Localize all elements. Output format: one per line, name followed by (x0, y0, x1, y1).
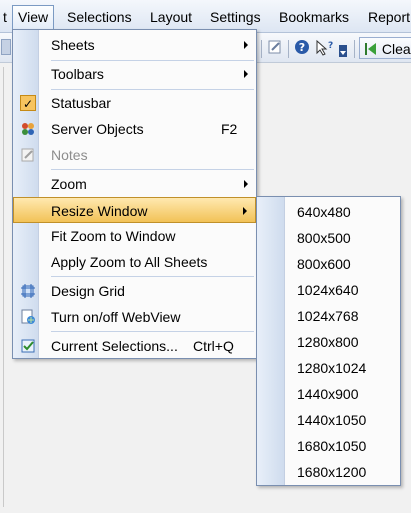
clear-icon (365, 43, 376, 55)
menu-item-label: Notes (51, 147, 88, 163)
toolbar-separator (261, 40, 262, 58)
menu-separator (51, 276, 254, 277)
edit-icon[interactable] (266, 39, 284, 57)
menu-item-label: Server Objects (51, 121, 144, 137)
submenu-item-1024x640[interactable]: 1024x640 (257, 277, 400, 303)
resize-window-submenu: 640x480 800x500 800x600 1024x640 1024x76… (256, 196, 401, 486)
toolbar-grip[interactable] (1, 39, 11, 55)
menu-item-label: 1280x800 (297, 334, 359, 350)
menu-item-label: 1680x1200 (297, 464, 367, 480)
menu-item-label: Sheets (51, 37, 95, 53)
view-menu: Sheets Toolbars ✓ Statusbar Server Objec… (12, 29, 257, 359)
submenu-item-800x600[interactable]: 800x600 (257, 251, 400, 277)
clear-button[interactable]: Clear (359, 37, 411, 59)
submenu-item-640x480[interactable]: 640x480 (257, 199, 400, 225)
menu-item-sheets[interactable]: Sheets (13, 32, 256, 58)
menu-report[interactable]: Report (363, 5, 411, 29)
submenu-arrow-icon (243, 207, 247, 215)
svg-text:?: ? (328, 41, 333, 51)
menu-item-label: Design Grid (51, 283, 125, 299)
menu-item-label: Toolbars (51, 66, 104, 82)
menu-item-label: 800x500 (297, 230, 351, 246)
menu-view[interactable]: View (12, 5, 55, 29)
help-icon[interactable]: ? (293, 39, 311, 57)
menu-tools-partial[interactable]: t (0, 5, 12, 29)
svg-text:?: ? (299, 41, 305, 54)
toolbar-separator (288, 40, 289, 58)
context-help-icon[interactable]: ? (315, 39, 333, 57)
menu-item-toolbars[interactable]: Toolbars (13, 61, 256, 87)
submenu-item-800x500[interactable]: 800x500 (257, 225, 400, 251)
menu-settings[interactable]: Settings (205, 5, 266, 29)
submenu-item-1680x1050[interactable]: 1680x1050 (257, 433, 400, 459)
menu-item-shortcut: Ctrl+Q (193, 338, 234, 354)
toolbar-separator (354, 40, 355, 58)
menu-item-fit-zoom-to-window[interactable]: Fit Zoom to Window (13, 223, 256, 249)
menu-item-shortcut: F2 (221, 121, 238, 137)
menu-item-notes: Notes (13, 142, 256, 168)
menu-item-label: Zoom (51, 176, 87, 192)
menu-item-label: 1280x1024 (297, 360, 367, 376)
menu-item-label: 1024x768 (297, 308, 359, 324)
menu-item-resize-window[interactable]: Resize Window (13, 197, 256, 223)
menu-item-label: 1440x900 (297, 386, 359, 402)
submenu-item-1024x768[interactable]: 1024x768 (257, 303, 400, 329)
menu-item-label: 1024x640 (297, 282, 359, 298)
design-grid-icon (20, 283, 36, 299)
submenu-arrow-icon (244, 41, 248, 49)
menu-bookmarks[interactable]: Bookmarks (274, 5, 354, 29)
clear-button-label: Clear (381, 41, 411, 57)
checkmark-icon: ✓ (20, 95, 36, 111)
menu-item-server-objects[interactable]: Server Objects F2 (13, 116, 256, 142)
sheet-frame (3, 67, 10, 507)
menu-item-label: Current Selections... (51, 338, 178, 354)
submenu-item-1440x900[interactable]: 1440x900 (257, 381, 400, 407)
menu-item-label: Apply Zoom to All Sheets (51, 254, 208, 270)
toolbar-overflow-icon[interactable] (338, 45, 348, 63)
server-objects-icon (20, 121, 36, 137)
submenu-item-1680x1200[interactable]: 1680x1200 (257, 459, 400, 485)
menu-item-statusbar[interactable]: ✓ Statusbar (13, 90, 256, 116)
menu-item-current-selections[interactable]: Current Selections... Ctrl+Q (13, 333, 256, 359)
menu-item-apply-zoom-to-all-sheets[interactable]: Apply Zoom to All Sheets (13, 249, 256, 275)
menu-item-label: Turn on/off WebView (51, 309, 181, 325)
menu-item-label: Fit Zoom to Window (51, 228, 176, 244)
webview-icon (20, 309, 36, 325)
menu-item-label: Statusbar (51, 95, 111, 111)
menu-item-label: Resize Window (51, 203, 148, 219)
submenu-arrow-icon (244, 180, 248, 188)
menu-separator (51, 331, 254, 332)
menu-item-label: 800x600 (297, 256, 351, 272)
menu-selections[interactable]: Selections (62, 5, 137, 29)
menu-item-zoom[interactable]: Zoom (13, 171, 256, 197)
submenu-arrow-icon (244, 70, 248, 78)
menu-item-label: 1680x1050 (297, 438, 367, 454)
menu-item-turn-on-off-webview[interactable]: Turn on/off WebView (13, 304, 256, 330)
current-selections-icon (20, 338, 36, 354)
menu-layout[interactable]: Layout (145, 5, 197, 29)
menu-separator (51, 169, 254, 170)
menu-item-label: 1440x1050 (297, 412, 367, 428)
submenu-item-1440x1050[interactable]: 1440x1050 (257, 407, 400, 433)
submenu-item-1280x800[interactable]: 1280x800 (257, 329, 400, 355)
submenu-item-1280x1024[interactable]: 1280x1024 (257, 355, 400, 381)
notes-icon (20, 147, 36, 163)
menu-item-design-grid[interactable]: Design Grid (13, 278, 256, 304)
menu-item-label: 640x480 (297, 204, 351, 220)
